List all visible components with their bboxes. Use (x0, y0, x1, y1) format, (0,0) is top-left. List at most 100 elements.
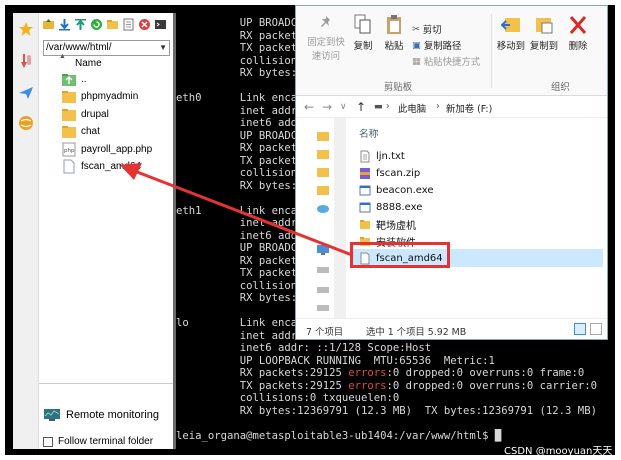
parent-folder-icon (62, 74, 76, 86)
column-header-name[interactable]: 名称 (359, 126, 379, 140)
nav-folder-icon[interactable] (316, 148, 330, 160)
terminal-text: inet addr: (176, 104, 304, 117)
terminal-line: inet addr: (176, 330, 304, 343)
star-icon[interactable] (16, 19, 36, 39)
svg-text:php: php (64, 148, 75, 154)
terminal-line: TX packets:29125 errors:0 dropped:0 over… (176, 380, 597, 393)
terminal-line: UP BROADCAS (176, 242, 310, 255)
large-icons-view-icon[interactable] (590, 323, 602, 335)
pin-label-line1: 固定到快 (307, 37, 345, 48)
terminal-text: RX packets:29125 (176, 367, 349, 379)
folder-up-icon[interactable] (41, 17, 56, 32)
nav-folder-icon[interactable] (316, 184, 330, 196)
item-count: 7 个项目 (306, 327, 344, 338)
drive-icon: ▬ › (374, 101, 390, 112)
list-item[interactable]: php payroll_app.php (43, 141, 170, 158)
nav-desktop-icon[interactable] (316, 244, 330, 256)
delete-button[interactable]: 删除 (566, 14, 590, 52)
new-file-icon[interactable] (121, 17, 136, 32)
cut-button[interactable]: ✂ 剪切 (412, 22, 442, 37)
chevron-down-icon[interactable]: ▼ (159, 41, 167, 55)
nav-drive-icon[interactable] (316, 264, 330, 276)
terminal-text: collisions: (176, 54, 310, 67)
terminal-line: collisions:0 txqueuelen:0 (176, 392, 399, 405)
terminal-text: eth1 Link encap: (176, 204, 310, 217)
tools-icon[interactable] (16, 51, 36, 71)
copy-path-button[interactable]: ▣ 复制路径 (412, 38, 461, 53)
upload-icon[interactable] (73, 17, 88, 32)
list-item[interactable]: .. (43, 71, 170, 88)
nav-drive-icon[interactable] (316, 302, 330, 314)
terminal-text: inet6 addr: (176, 117, 310, 129)
address-bar[interactable]: ← → ∨ ↑ ▬ › 此电脑 › 新加卷 (F:) (296, 96, 607, 118)
file-name: payroll_app.php (81, 143, 153, 155)
copy-to-button[interactable]: 复制到 (528, 14, 560, 52)
terminal-text: :0 dropped:0 overruns:0 carrier:0 (386, 379, 597, 392)
breadcrumb-this-pc[interactable]: 此电脑 (398, 101, 426, 115)
terminal-line: lo Link encap: (176, 317, 310, 330)
follow-terminal-label: Follow terminal folder (58, 436, 154, 447)
list-item[interactable]: ljn.txt (359, 148, 405, 164)
up-arrow-icon[interactable]: ↑ (356, 100, 366, 114)
breadcrumb-drive[interactable]: 新加卷 (F:) (446, 101, 492, 115)
list-item[interactable]: phpmyadmin (43, 88, 170, 105)
remote-monitoring-button[interactable]: Remote monitoring (43, 406, 159, 424)
nav-pane-scrollbar[interactable] (334, 118, 346, 318)
organize-group-label: 组织 (551, 82, 570, 93)
refresh-icon[interactable] (89, 17, 104, 32)
terminal-text: RX packets: (176, 254, 310, 267)
terminal-line: RX packets: (176, 255, 310, 268)
sort-up-icon: ▲ (59, 53, 66, 60)
recent-dropdown-icon[interactable]: ∨ (340, 102, 347, 112)
globe-icon[interactable] (16, 113, 36, 133)
list-item[interactable]: fscan_amd64 (43, 158, 170, 175)
send-icon[interactable] (16, 83, 36, 103)
new-folder-icon[interactable] (105, 17, 120, 32)
exe-file-icon (359, 185, 371, 195)
clipboard-group-label: 剪贴板 (384, 82, 413, 93)
terminal-text: RX bytes:56 (176, 179, 310, 192)
terminal-text: :0 dropped:0 overruns:0 frame:0 (386, 367, 585, 379)
copy-button[interactable]: 复制 (350, 14, 376, 52)
delete-label: 删除 (568, 41, 588, 52)
highlight-box (350, 242, 450, 268)
terminal-line: RX bytes:0 (176, 67, 304, 80)
paste-shortcut-button[interactable]: ▦ 粘贴快捷方式 (412, 54, 481, 69)
move-to-button[interactable]: 移动到 (496, 14, 526, 52)
terminal-text: lo Link encap: (176, 317, 310, 329)
nav-drive-icon[interactable] (316, 284, 330, 296)
folder-icon (62, 126, 76, 139)
side-toolbar (13, 13, 39, 449)
list-item[interactable]: beacon.exe (359, 182, 434, 198)
terminal-text: eth0 Link encap: (176, 92, 310, 104)
sftp-bottom-bar: Remote monitoring Follow terminal folder (39, 383, 173, 449)
status-bar: 7 个项目 选中 1 个项目 5.92 MB (296, 318, 607, 339)
terminal-line: inet6 addr: (176, 230, 310, 243)
forward-arrow-icon[interactable]: → (322, 100, 332, 114)
list-item[interactable]: 靶场虚机 (359, 216, 416, 232)
download-icon[interactable] (57, 17, 72, 32)
nav-folder-icon[interactable] (316, 130, 330, 142)
details-view-icon[interactable] (574, 323, 586, 335)
list-item[interactable]: chat (43, 123, 170, 140)
back-arrow-icon[interactable]: ← (304, 100, 314, 114)
file-explorer-window: 固定到快 速访问 复制 粘贴 ✂ 剪切 ▣ 复制路径 ▦ 粘贴快捷方式 移动到 (295, 5, 608, 340)
nav-folder-icon[interactable] (316, 166, 330, 178)
paste-shortcut-label: 粘贴快捷方式 (423, 57, 481, 68)
terminal-line: RX bytes:11 (176, 292, 310, 305)
paste-button[interactable]: 粘贴 (380, 14, 408, 52)
column-header-name[interactable]: ▲ Name (43, 53, 170, 70)
list-item[interactable]: drupal (43, 106, 170, 123)
list-item[interactable]: 8888.exe (359, 199, 422, 215)
open-terminal-icon[interactable] (153, 17, 168, 32)
delete-icon[interactable] (137, 17, 152, 32)
item-name: 8888.exe (376, 201, 423, 213)
checkbox[interactable] (43, 436, 53, 447)
pin-quick-access-button[interactable]: 固定到快 速访问 (304, 14, 348, 62)
terminal-line: TX packets: (176, 267, 310, 280)
nav-cloud-icon[interactable] (316, 202, 330, 214)
follow-terminal-checkbox[interactable]: Follow terminal folder (43, 436, 153, 447)
list-item[interactable]: fscan.zip (359, 165, 420, 181)
file-name: fscan_amd64 (81, 160, 142, 172)
copy-to-label: 复制到 (529, 41, 559, 52)
